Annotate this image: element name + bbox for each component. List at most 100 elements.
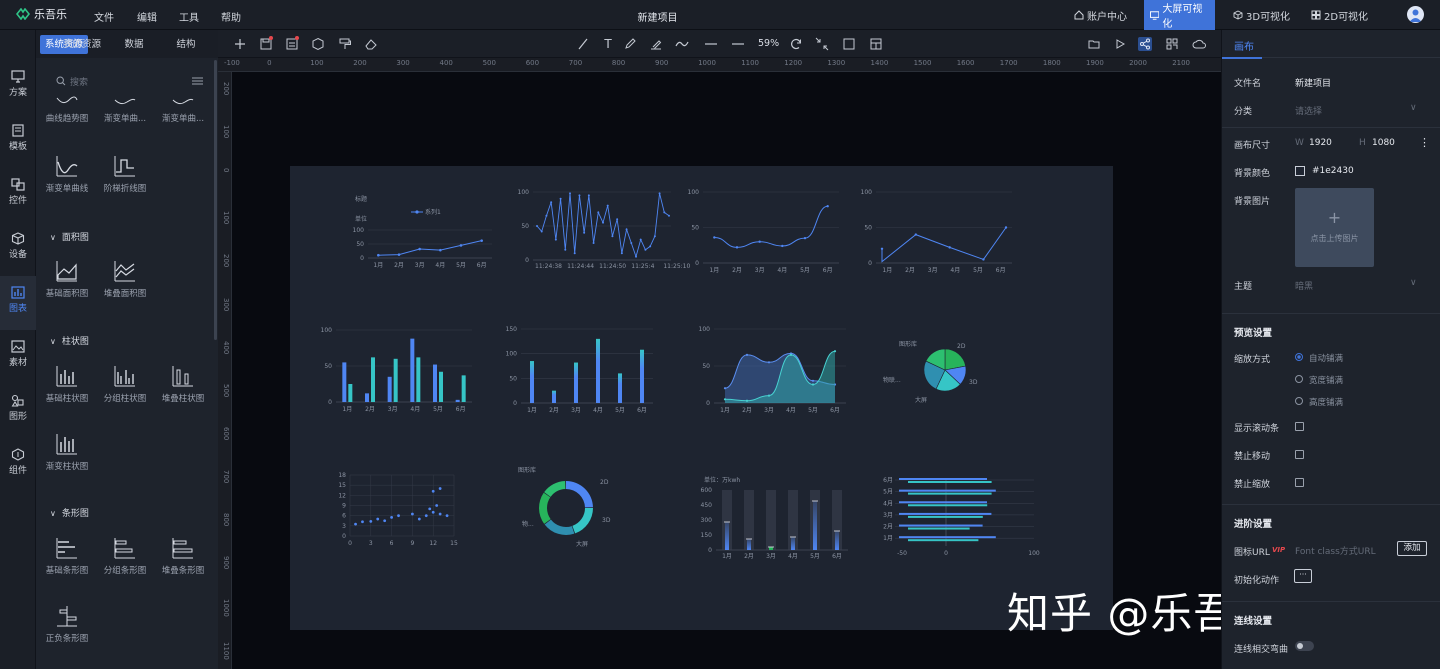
disable-move-checkbox[interactable] (1295, 450, 1304, 459)
sidebar-item-material[interactable]: 素材 (0, 330, 36, 384)
chart-item-basic-bar[interactable]: 基础柱状图 (39, 364, 95, 404)
tab-canvas[interactable]: 画布 (1222, 30, 1440, 59)
account-center-link[interactable]: 账户中心 (1068, 0, 1133, 30)
chart-item-gradient-curve-2[interactable]: 渐变单曲... (155, 94, 211, 124)
data-point (713, 236, 716, 239)
search-input[interactable]: 搜索 (70, 75, 88, 88)
scale-height-radio[interactable] (1295, 397, 1303, 405)
canvas-width-input[interactable]: 1920 (1309, 138, 1332, 148)
chart-item-basic-area[interactable]: 基础面积图 (39, 259, 95, 299)
chart-item-basic-hbar[interactable]: 基础条形图 (39, 536, 95, 576)
charts-layer: 标题单位 系列1 100 50 0 1月 2月 3月 4月 5月 6月 100 50 0 11:24:38 1… (321, 189, 1040, 560)
library-search[interactable]: 搜索 (50, 73, 210, 89)
more-options-icon[interactable]: ⋮ (1419, 136, 1430, 149)
menu-file[interactable]: 文件 (94, 9, 114, 24)
sidebar-item-template[interactable]: 模板 (0, 114, 36, 168)
scale-width-radio[interactable] (1295, 375, 1303, 383)
tab-my-resources[interactable]: 我的资源 (60, 35, 104, 54)
chart-item-gradient-line[interactable]: 渐变单曲线 (39, 154, 95, 194)
scale-auto-label[interactable]: 自动铺满 (1309, 352, 1343, 364)
viz2d-tab[interactable]: 2D可视化 (1305, 0, 1374, 30)
menu-edit[interactable]: 编辑 (137, 9, 157, 24)
chart-item-grouped-hbar[interactable]: 分组条形图 (97, 536, 153, 576)
disable-zoom-checkbox[interactable] (1295, 478, 1304, 487)
line-style-icon[interactable] (704, 37, 718, 51)
layout-grid-icon[interactable] (869, 37, 883, 51)
qrcode-icon[interactable] (1165, 37, 1179, 51)
fit-screen-icon[interactable] (815, 37, 829, 51)
project-title[interactable]: 新建项目 (620, 9, 695, 24)
component-icon (11, 448, 25, 461)
chart-item-stacked-area[interactable]: 堆叠面积图 (97, 259, 153, 299)
play-icon[interactable] (1113, 37, 1127, 51)
bg-color-value[interactable]: #1e2430 (1312, 166, 1354, 176)
chart-item-step-line[interactable]: 阶梯折线图 (97, 154, 153, 194)
bg-image-upload[interactable]: + 点击上传图片 (1295, 188, 1374, 267)
x-tick-label: 2月 (365, 406, 375, 413)
text-tool-icon[interactable]: T (601, 37, 615, 51)
menu-help[interactable]: 帮助 (221, 9, 241, 24)
share-icon[interactable] (1138, 37, 1152, 51)
chart-item-curve-trend[interactable]: 曲线趋势图 (39, 94, 95, 124)
chevron-down-icon[interactable]: ∨ (1410, 278, 1417, 288)
chevron-down-icon[interactable]: ∨ (1410, 103, 1417, 113)
zoom-level[interactable]: 59% (758, 38, 779, 49)
sidebar-item-shapes[interactable]: 图形 (0, 384, 36, 438)
line-width-icon[interactable] (731, 37, 745, 51)
category-select[interactable]: 请选择 (1295, 104, 1322, 117)
show-scrollbar-checkbox[interactable] (1295, 422, 1304, 431)
line-tool-icon[interactable] (576, 37, 590, 51)
sidebar-item-device[interactable]: 设备 (0, 222, 36, 276)
group-horizontal-bar-chart[interactable]: ∨ 条形图 (50, 506, 89, 519)
format-painter-icon[interactable] (338, 37, 352, 51)
bigscreen-viz-tab[interactable]: 大屏可视化 (1144, 0, 1215, 30)
canvas-height-input[interactable]: 1080 (1372, 138, 1395, 148)
chart-item-pos-neg-hbar[interactable]: 正负条形图 (39, 604, 95, 644)
scale-height-label[interactable]: 高度铺满 (1309, 396, 1343, 408)
library-scrollbar[interactable] (214, 60, 217, 340)
curve-tool-icon[interactable] (675, 37, 689, 51)
file-name-field[interactable]: 新建项目 (1295, 76, 1331, 89)
scatter-point (431, 489, 435, 493)
add-icon-url-button[interactable]: 添加 (1397, 541, 1427, 556)
chart-item-grouped-bar[interactable]: 分组柱状图 (97, 364, 153, 404)
scale-width-label[interactable]: 宽度铺满 (1309, 374, 1343, 386)
folder-icon[interactable] (1087, 37, 1101, 51)
chart-item-stacked-hbar[interactable]: 堆叠条形图 (155, 536, 211, 576)
x-tick-label: 6月 (456, 406, 466, 413)
list-menu-icon[interactable] (192, 77, 203, 85)
scale-auto-radio[interactable] (1295, 353, 1303, 361)
frame-icon[interactable] (842, 37, 856, 51)
package-icon[interactable] (311, 37, 325, 51)
init-action-button[interactable]: ··· (1294, 569, 1312, 583)
refresh-icon[interactable] (789, 37, 803, 51)
eraser-icon[interactable] (364, 37, 378, 51)
cloud-icon[interactable] (1192, 37, 1206, 51)
bg-color-swatch[interactable] (1295, 166, 1305, 176)
group-bar-chart[interactable]: ∨ 柱状图 (50, 334, 89, 347)
big-screen-canvas[interactable]: 标题 单位 系列1 100 50 0 1月 2月 3月 4月 5月 6月 100 50 0 11:24:38 1… (290, 166, 1113, 630)
pencil-icon[interactable] (623, 37, 637, 51)
pen-icon[interactable] (649, 37, 663, 51)
sidebar-item-charts[interactable]: 图表 (0, 276, 36, 330)
ruler-tick-label: 1300 (827, 59, 846, 67)
viz3d-tab[interactable]: 3D可视化 (1227, 0, 1296, 30)
chart-item-gradient-curve-1[interactable]: 渐变单曲... (97, 94, 153, 124)
ruler-tick-label: 500 (482, 59, 496, 67)
chart-item-stacked-bar[interactable]: 堆叠柱状图 (155, 364, 211, 404)
user-avatar[interactable] (1407, 6, 1424, 23)
sidebar-item-component[interactable]: 组件 (0, 438, 36, 492)
tab-data[interactable]: 数据 (116, 35, 152, 54)
theme-select[interactable]: 暗黑 (1295, 279, 1313, 292)
tab-structure[interactable]: 结构 (168, 35, 204, 54)
x-tick-label: 5月 (433, 406, 443, 413)
line-cross-toggle[interactable] (1295, 641, 1314, 651)
menu-tools[interactable]: 工具 (179, 9, 199, 24)
app-logo[interactable]: 乐吾乐 (16, 6, 67, 22)
group-area-chart[interactable]: ∨ 面积图 (50, 230, 89, 243)
chart-item-gradient-bar[interactable]: 渐变柱状图 (39, 432, 95, 472)
sidebar-item-plan[interactable]: 方案 (0, 60, 36, 114)
sidebar-item-widget[interactable]: 控件 (0, 168, 36, 222)
add-icon[interactable] (233, 37, 247, 51)
icon-url-input[interactable]: Font class方式URL (1295, 544, 1376, 557)
